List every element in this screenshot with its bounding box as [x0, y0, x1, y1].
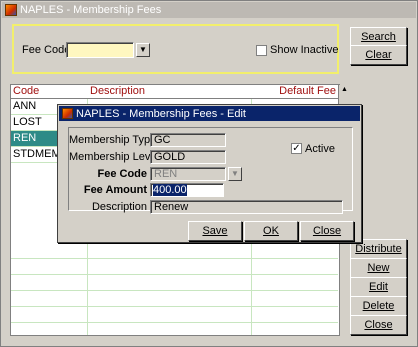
- empty-row: [11, 307, 338, 323]
- new-button[interactable]: New: [350, 258, 407, 278]
- app-logo-icon: [5, 4, 17, 16]
- column-header-code[interactable]: Code: [11, 85, 88, 99]
- delete-button[interactable]: Delete: [350, 296, 407, 316]
- dialog-ok-button[interactable]: OK: [244, 221, 298, 241]
- clear-button[interactable]: Clear: [350, 45, 407, 65]
- search-button[interactable]: Search: [350, 27, 407, 47]
- down-arrow-icon: ▼: [139, 45, 147, 54]
- fee-code-label: Fee Code: [22, 44, 71, 56]
- empty-row: [11, 291, 338, 307]
- empty-row: [11, 243, 338, 259]
- window-title: NAPLES - Membership Fees: [20, 4, 162, 16]
- membership-level-field: GOLD: [150, 150, 226, 164]
- membership-type-label: Membership Type: [69, 134, 157, 146]
- app-logo-icon: [62, 108, 73, 119]
- membership-level-label: Membership Level: [69, 151, 159, 163]
- title-bar: NAPLES - Membership Fees: [2, 2, 416, 18]
- fee-code-label: Fee Code: [97, 168, 147, 180]
- fee-code-field: REN: [150, 167, 226, 181]
- description-label: Description: [91, 201, 147, 213]
- dialog-title: NAPLES - Membership Fees - Edit: [76, 107, 246, 120]
- dialog-close-button[interactable]: Close: [300, 221, 354, 241]
- show-inactive-checkbox[interactable]: [256, 45, 267, 56]
- fee-code-lookup-button: ▼: [228, 167, 242, 181]
- close-button[interactable]: Close: [350, 315, 407, 335]
- edit-dialog: NAPLES - Membership Fees - Edit Membersh…: [57, 104, 362, 243]
- dialog-save-button[interactable]: Save: [188, 221, 242, 241]
- active-checkbox[interactable]: ✓: [291, 143, 302, 154]
- dialog-form-panel: Membership Type GC Membership Level GOLD…: [68, 127, 353, 214]
- empty-row: [11, 275, 338, 291]
- fee-code-lookup-button[interactable]: ▼: [136, 43, 150, 57]
- filter-panel: Fee Code ▼ Show Inactive: [12, 24, 339, 74]
- edit-button[interactable]: Edit: [350, 277, 407, 297]
- description-field: Renew: [150, 200, 343, 214]
- active-label: Active: [305, 143, 335, 155]
- fee-amount-value: 400.00: [153, 184, 187, 196]
- column-header-default-fee[interactable]: Default Fee: [252, 85, 338, 99]
- check-icon: ✓: [292, 143, 301, 154]
- column-header-description[interactable]: Description: [88, 85, 252, 99]
- scroll-up-icon[interactable]: ▲: [339, 85, 350, 95]
- fee-amount-label: Fee Amount: [83, 184, 147, 196]
- empty-row: [11, 259, 338, 275]
- down-arrow-icon: ▼: [231, 169, 239, 178]
- membership-fees-window: NAPLES - Membership Fees Fee Code ▼ Show…: [0, 0, 418, 347]
- fee-code-input[interactable]: [66, 42, 134, 58]
- fee-amount-input[interactable]: 400.00: [150, 183, 224, 197]
- dialog-title-bar: NAPLES - Membership Fees - Edit: [59, 106, 360, 121]
- membership-type-field: GC: [150, 133, 226, 147]
- show-inactive-label: Show Inactive: [270, 44, 339, 56]
